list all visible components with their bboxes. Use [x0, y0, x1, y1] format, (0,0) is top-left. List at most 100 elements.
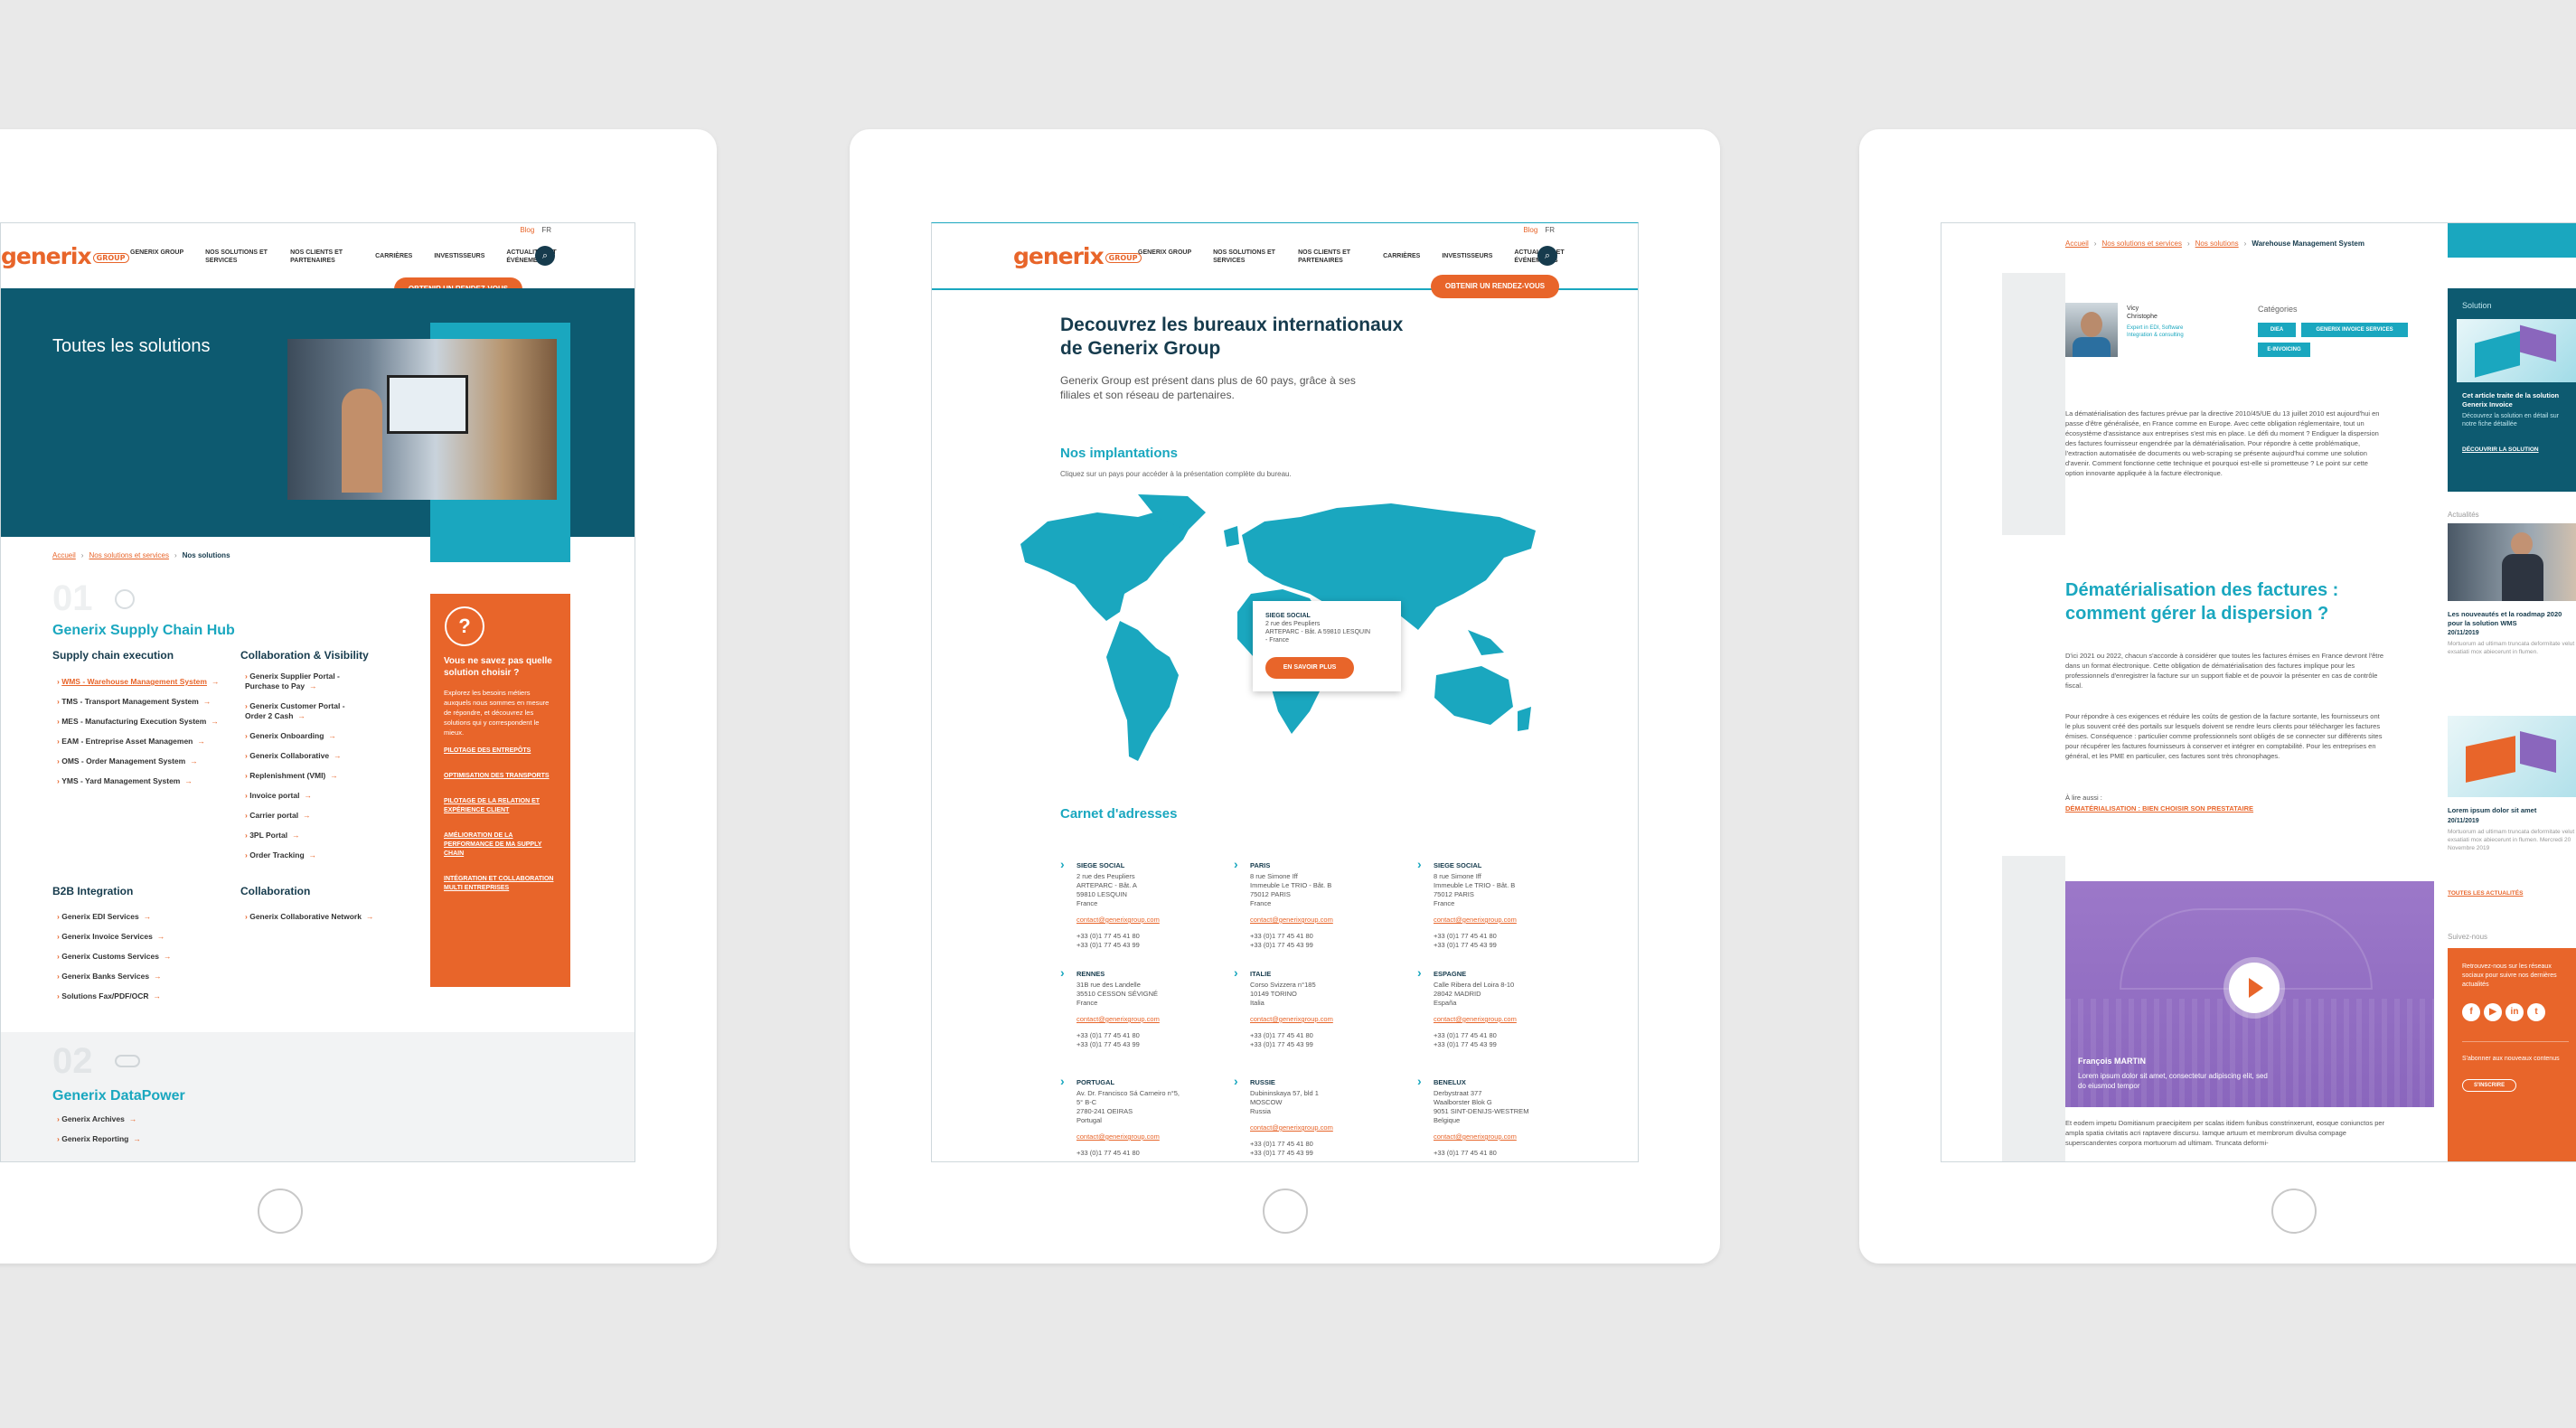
address-email[interactable]: contact@generixgroup.com	[1434, 916, 1587, 925]
nav-item[interactable]: CARRIÈRES	[1383, 249, 1420, 265]
logo[interactable]: generix GROUP	[1, 243, 129, 269]
help-link[interactable]: OPTIMISATION DES TRANSPORTS	[444, 772, 557, 781]
help-link[interactable]: PILOTAGE DES ENTREPÔTS	[444, 747, 557, 756]
address-email[interactable]: contact@generixgroup.com	[1250, 1123, 1404, 1132]
lang-selector[interactable]: FR	[1545, 226, 1555, 234]
solution-link[interactable]: YMS - Yard Management System→	[57, 771, 219, 791]
address-title: ITALIE	[1250, 970, 1272, 978]
category-tag[interactable]: DIEA	[2258, 323, 2296, 337]
crumb-link[interactable]: Accueil	[2065, 240, 2089, 248]
solution-link[interactable]: Order Tracking→	[245, 850, 362, 860]
twitter-icon[interactable]: t	[2527, 1003, 2545, 1021]
nav-item[interactable]: NOS SOLUTIONS ET SERVICES	[205, 249, 268, 265]
learn-more-button[interactable]: EN SAVOIR PLUS	[1265, 657, 1354, 679]
home-button[interactable]	[258, 1188, 303, 1234]
crumb-link[interactable]: Nos solutions	[2195, 240, 2239, 248]
card-link[interactable]: DÉCOUVRIR LA SOLUTION	[2462, 446, 2569, 453]
home-button[interactable]	[2271, 1188, 2317, 1234]
solution-link[interactable]: Generix Invoice Services→	[57, 926, 171, 946]
lang-selector[interactable]: FR	[541, 226, 551, 234]
address-email[interactable]: contact@generixgroup.com	[1076, 1132, 1230, 1141]
home-button[interactable]	[1263, 1188, 1308, 1234]
address-phone: +33 (0)1 77 45 41 80	[1434, 932, 1497, 940]
play-icon[interactable]	[2229, 963, 2280, 1013]
solution-link[interactable]: MES - Manufacturing Execution System→	[57, 711, 219, 731]
address-email[interactable]: contact@generixgroup.com	[1434, 1015, 1587, 1024]
address-email[interactable]: contact@generixgroup.com	[1076, 1015, 1230, 1024]
subscribe-button[interactable]: S'INSCRIRE	[2462, 1079, 2517, 1092]
read-also-link[interactable]: DÉMATÉRIALISATION : BIEN CHOISIR SON PRE…	[2065, 804, 2253, 813]
solution-link[interactable]: WMS - Warehouse Management System→	[57, 672, 219, 691]
blog-link[interactable]: Blog	[520, 226, 534, 234]
address-line: France	[1076, 999, 1098, 1007]
screen-offices: Blog FR generix GROUP GENERIX GROUP NOS SO…	[931, 222, 1639, 1162]
address-email[interactable]: contact@generixgroup.com	[1250, 1015, 1404, 1024]
logo[interactable]: generix GROUP	[1013, 243, 1142, 269]
solution-link[interactable]: Generix EDI Services→	[57, 907, 171, 926]
address-title: RENNES	[1076, 970, 1105, 978]
solution-link[interactable]: Invoice portal→	[245, 791, 362, 801]
help-text: Explorez les besoins métiers auxquels no…	[444, 689, 550, 737]
solution-link[interactable]: Carrier portal→	[245, 811, 362, 821]
social-box: Retrouvez-nous sur les réseaux sociaux p…	[2448, 948, 2576, 1161]
crumb-link[interactable]: Nos solutions et services	[89, 551, 168, 559]
solution-link[interactable]: TMS - Transport Management System→	[57, 691, 219, 711]
nav-item[interactable]: CARRIÈRES	[375, 249, 412, 265]
address-email[interactable]: contact@generixgroup.com	[1250, 916, 1404, 925]
category-tag[interactable]: E-INVOICING	[2258, 343, 2310, 357]
solution-link[interactable]: Generix Customer Portal - Order 2 Cash→	[245, 701, 362, 721]
search-icon[interactable]: ⌕	[1537, 246, 1557, 266]
news-headline[interactable]: Les nouveautés et la roadmap 2020 pour l…	[2448, 610, 2576, 628]
tablet-center: Blog FR generix GROUP GENERIX GROUP NOS SO…	[850, 129, 1720, 1264]
news-headline[interactable]: Lorem ipsum dolor sit amet	[2448, 806, 2576, 815]
nav-item[interactable]: NOS CLIENTS ET PARTENAIRES	[1298, 249, 1361, 265]
solution-link[interactable]: Generix Supplier Portal - Purchase to Pa…	[245, 672, 362, 691]
solution-link[interactable]: EAM - Entreprise Asset Managemen→	[57, 731, 219, 751]
search-icon[interactable]: ⌕	[535, 246, 555, 266]
solution-link[interactable]: Generix Reporting→	[57, 1129, 141, 1149]
all-news-link[interactable]: TOUTES LES ACTUALITÉS	[2448, 890, 2523, 897]
address-line: Dubininskaya 57, bld 1	[1250, 1089, 1319, 1097]
solution-link[interactable]: Solutions Fax/PDF/OCR→	[57, 986, 171, 1006]
solution-link[interactable]: Generix Onboarding→	[245, 731, 362, 741]
solution-link[interactable]: 3PL Portal→	[245, 831, 362, 841]
cloud-icon	[115, 1055, 140, 1067]
solution-link[interactable]: Generix Archives→	[57, 1109, 141, 1129]
video-player[interactable]: François MARTIN Lorem ipsum dolor sit am…	[2065, 881, 2434, 1107]
help-link[interactable]: PILOTAGE DE LA RELATION ET EXPÉRIENCE CL…	[444, 797, 557, 815]
nav-item[interactable]: INVESTISSEURS	[434, 249, 484, 265]
help-link[interactable]: AMÉLIORATION DE LA PERFORMANCE DE MA SUP…	[444, 831, 557, 859]
address-line: Portugal	[1076, 1116, 1102, 1124]
youtube-icon[interactable]: ▶	[2484, 1003, 2502, 1021]
address-line: 28042 MADRID	[1434, 990, 1481, 998]
solution-link[interactable]: Generix Customs Services→	[57, 946, 171, 966]
address-line: France	[1250, 899, 1272, 907]
facebook-icon[interactable]: f	[2462, 1003, 2480, 1021]
solution-link[interactable]: Generix Collaborative→	[245, 751, 362, 761]
solution-list: Generix EDI Services→ Generix Invoice Se…	[57, 907, 171, 1006]
solution-link[interactable]: Generix Banks Services→	[57, 966, 171, 986]
nav-item[interactable]: NOS SOLUTIONS ET SERVICES	[1213, 249, 1276, 265]
help-link[interactable]: INTÉGRATION ET COLLABORATION MULTI ENTRE…	[444, 875, 557, 893]
solution-link[interactable]: Generix Collaborative Network→	[245, 907, 373, 926]
address-email[interactable]: contact@generixgroup.com	[1076, 916, 1230, 925]
nav-item[interactable]: GENERIX GROUP	[130, 249, 183, 265]
solution-link[interactable]: Replenishment (VMI)→	[245, 771, 362, 781]
section-number: 01	[52, 578, 93, 618]
solution-link[interactable]: OMS - Order Management System→	[57, 751, 219, 771]
crumb-link[interactable]: Nos solutions et services	[2101, 240, 2181, 248]
main-nav: GENERIX GROUP NOS SOLUTIONS ET SERVICES …	[1138, 249, 1577, 265]
nav-item[interactable]: NOS CLIENTS ET PARTENAIRES	[290, 249, 353, 265]
social-icons: f ▶ in t	[2462, 1002, 2569, 1021]
crumb-link[interactable]: Accueil	[52, 551, 76, 559]
gray-block	[2002, 856, 2065, 1161]
blog-link[interactable]: Blog	[1523, 226, 1537, 234]
categories-title: Catégories	[2258, 305, 2298, 314]
rdv-button[interactable]: OBTENIR UN RENDEZ-VOUS	[1431, 275, 1559, 298]
address-card: RENNES 31B rue des Landelle35510 CESSON S…	[1060, 968, 1230, 1049]
nav-item[interactable]: INVESTISSEURS	[1442, 249, 1492, 265]
address-email[interactable]: contact@generixgroup.com	[1434, 1132, 1587, 1141]
category-tag[interactable]: GENERIX INVOICE SERVICES	[2301, 323, 2408, 337]
nav-item[interactable]: GENERIX GROUP	[1138, 249, 1191, 265]
linkedin-icon[interactable]: in	[2505, 1003, 2524, 1021]
